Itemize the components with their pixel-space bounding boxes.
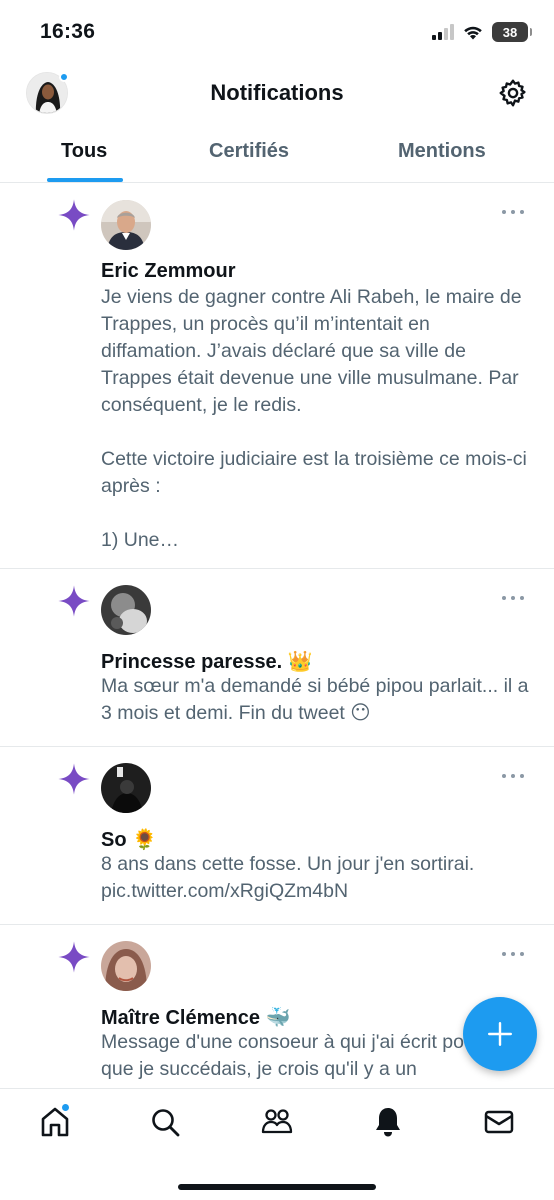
wifi-icon [464, 26, 482, 40]
tab-mentions[interactable]: Mentions [398, 140, 486, 163]
notification-item[interactable]: Eric Zemmour Je viens de gagner contre A… [0, 183, 554, 569]
notification-text: Ma sœur m'a demandé si bébé pipou parlai… [101, 675, 534, 724]
more-options-button[interactable] [502, 593, 524, 603]
avatar[interactable] [101, 200, 151, 250]
mail-icon[interactable] [482, 1105, 516, 1139]
plus-icon [488, 1022, 512, 1046]
communities-icon[interactable] [260, 1105, 294, 1139]
notification-author[interactable]: Princesse paresse. 👑 [101, 649, 313, 674]
header: Notifications [0, 66, 554, 122]
notification-text: 8 ans dans cette fosse. Un jour j'en sor… [101, 853, 480, 902]
bell-icon[interactable] [371, 1105, 405, 1139]
avatar[interactable] [101, 585, 151, 635]
home-indicator [178, 1184, 376, 1190]
home-badge-dot [61, 1103, 70, 1112]
notification-feed[interactable]: Eric Zemmour Je viens de gagner contre A… [0, 183, 554, 1088]
avatar[interactable] [101, 763, 151, 813]
avatar[interactable] [101, 941, 151, 991]
notification-item[interactable]: So 🌻 8 ans dans cette fosse. Un jour j'e… [0, 747, 554, 925]
notification-item[interactable]: Maître Clémence 🐳 Message d'une consoeur… [0, 925, 554, 1088]
bottom-navigation [0, 1088, 554, 1200]
active-tab-indicator [47, 178, 123, 182]
notification-author[interactable]: So 🌻 [101, 827, 157, 852]
notification-author[interactable]: Eric Zemmour [101, 260, 235, 283]
battery-icon: 38 [492, 22, 532, 42]
battery-level: 38 [502, 24, 518, 40]
status-icons: 38 [432, 22, 532, 42]
gear-icon[interactable] [498, 78, 528, 108]
more-options-button[interactable] [502, 207, 524, 217]
search-icon[interactable] [148, 1105, 182, 1139]
cellular-signal-icon [432, 24, 454, 40]
compose-button[interactable] [463, 997, 537, 1071]
notification-author[interactable]: Maître Clémence 🐳 [101, 1005, 290, 1030]
notification-text: Je viens de gagner contre Ali Rabeh, le … [101, 286, 527, 551]
notification-item[interactable]: Princesse paresse. 👑 Ma sœur m'a demandé… [0, 569, 554, 747]
page-title: Notifications [210, 80, 344, 105]
tab-certifies[interactable]: Certifiés [209, 140, 289, 163]
tab-tous[interactable]: Tous [61, 140, 107, 163]
status-bar: 16:36 38 [0, 0, 554, 66]
more-options-button[interactable] [502, 949, 524, 959]
notification-tabs: Tous Certifiés Mentions [0, 122, 554, 183]
sparkle-icon [58, 941, 90, 973]
status-time: 16:36 [40, 20, 96, 43]
sparkle-icon [58, 763, 90, 795]
more-options-button[interactable] [502, 771, 524, 781]
sparkle-icon [58, 585, 90, 617]
sparkle-icon [58, 199, 90, 231]
